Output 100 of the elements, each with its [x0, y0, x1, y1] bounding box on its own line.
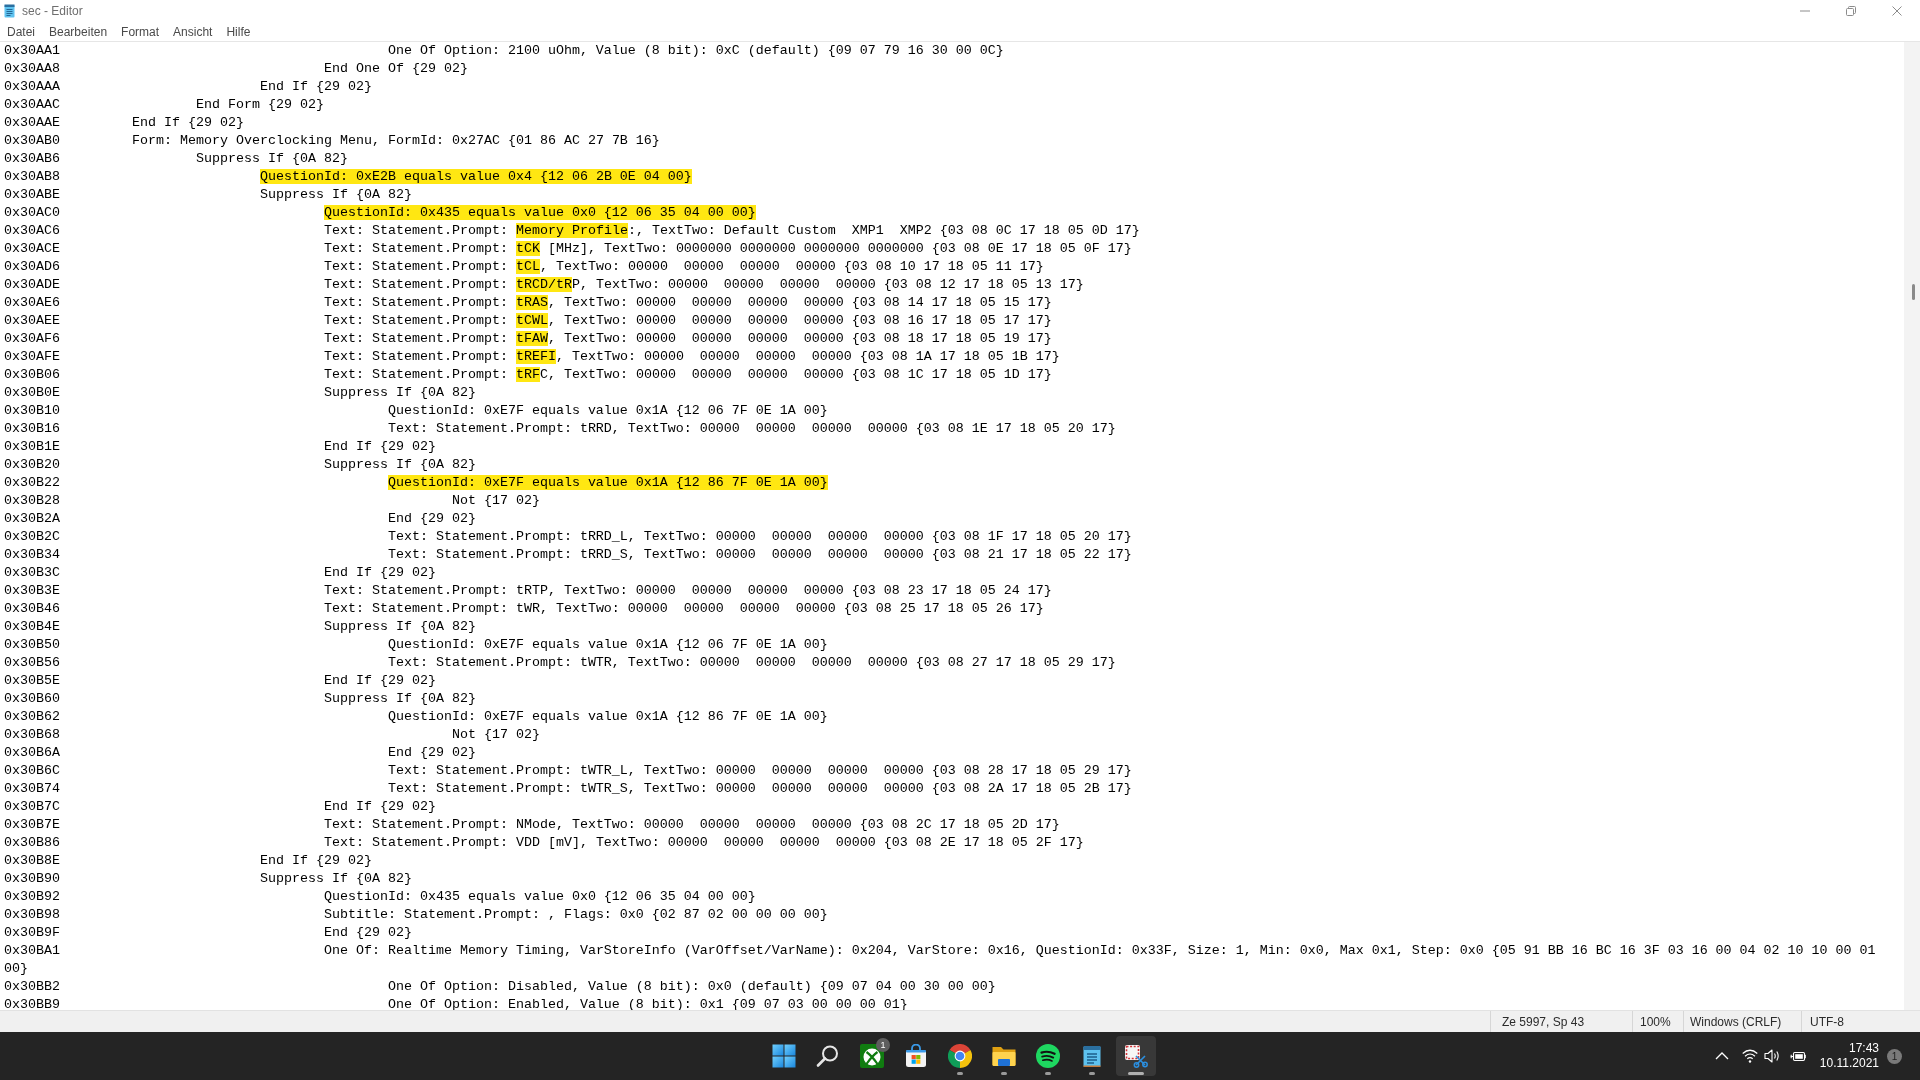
code-text: Not {17 02}	[451, 727, 540, 742]
menu-item[interactable]: Format	[114, 22, 167, 41]
hex-address: 0x30B90	[4, 871, 60, 886]
menu-item[interactable]: Ansicht	[166, 22, 220, 41]
code-text: End If {29 02}	[259, 853, 372, 868]
hex-address: 0x30B6C	[4, 763, 60, 778]
code-text: Subtitle: Statement.Prompt: , Flags: 0x0 {02 87 02 00 00 00 00}	[323, 907, 828, 922]
hex-address: 0x30B20	[4, 457, 60, 472]
hex-address: 0x30B28	[4, 493, 60, 508]
hex-address: 0x30ADE	[4, 277, 60, 292]
hex-address: 0x30ABE	[4, 187, 60, 202]
menu-item[interactable]: Hilfe	[219, 22, 258, 41]
hex-address: 0x30AC6	[4, 223, 60, 238]
scrollbar-thumb[interactable]	[1911, 284, 1915, 300]
hex-address: 0x30B2A	[4, 511, 60, 526]
hex-address: 0x30B74	[4, 781, 60, 796]
hex-address: 0x30AB8	[4, 169, 60, 184]
hex-address: 0x30B06	[4, 367, 60, 382]
shopping-bag-icon	[904, 1044, 928, 1068]
code-text: One Of: Realtime Memory Timing, VarStoreInfo (VarOffset/VarName): 0x204, VarStore: 0x16, QuestionId: 0x33F, Size: 1, Min: 0x0, Max 0x1, Step: 0x0 {05 91 BB 16 BC 16 3F 03 16 00 04 02 10 10 00 01	[323, 943, 1876, 958]
hex-address: 0x30BB9	[4, 997, 60, 1010]
restore-icon	[1846, 6, 1856, 16]
code-text: QuestionId: 0xE7F equals value 0x1A {12 86 7F 0E 1A 00}	[387, 475, 828, 490]
hex-address: 0x30AAA	[4, 79, 60, 94]
hex-address: 0x30B60	[4, 691, 60, 706]
wifi-icon	[1741, 1048, 1758, 1064]
code-text: End If {29 02}	[259, 79, 372, 94]
code-text: Text: Statement.Prompt: NMode, TextTwo: 00000 00000 00000 00000 {03 08 2C 17 18 05 2D 17}	[323, 817, 1060, 832]
hex-address: 0x30B7E	[4, 817, 60, 832]
code-text: One Of Option: Enabled, Value (8 bit): 0x1 {09 07 03 00 00 00 01}	[387, 997, 908, 1010]
code-text: Text: Statement.Prompt: tRTP, TextTwo: 00000 00000 00000 00000 {03 08 23 17 18 05 24 17}	[323, 583, 1052, 598]
code-text: Suppress If {0A 82}	[259, 187, 412, 202]
scissors-icon	[1124, 1044, 1148, 1068]
four-squares-icon	[772, 1044, 796, 1068]
taskbar-button[interactable]: 1	[852, 1036, 892, 1076]
hex-address: 0x30AB0	[4, 133, 60, 148]
code-text: QuestionId: 0xE7F equals value 0x1A {12 06 7F 0E 1A 00}	[387, 637, 828, 652]
code-text: Text: Statement.Prompt: VDD [mV], TextTwo: 00000 00000 00000 00000 {03 08 2E 17 18 05 2F 17}	[323, 835, 1084, 850]
clock-time[interactable]: 17:43	[1848, 1041, 1879, 1056]
speaker-icon	[1763, 1048, 1780, 1064]
code-text: Not {17 02}	[451, 493, 540, 508]
volume-button[interactable]	[1763, 1048, 1780, 1064]
hex-address: 0x30AE6	[4, 295, 60, 310]
network-button[interactable]	[1741, 1048, 1758, 1064]
hex-address: 0x30AAE	[4, 115, 60, 130]
code-text: QuestionId: 0xE7F equals value 0x1A {12 06 7F 0E 1A 00}	[387, 403, 828, 418]
notification-badge: 1	[876, 1038, 890, 1052]
code-text: End One Of {29 02}	[323, 61, 468, 76]
code-text: Text: Statement.Prompt: tREFI, TextTwo: 00000 00000 00000 00000 {03 08 1A 17 18 05 1B 17}	[323, 349, 1060, 364]
zoom-level: 100%	[1640, 1014, 1671, 1029]
taskbar-button[interactable]	[1116, 1036, 1156, 1076]
vertical-scrollbar[interactable]	[1904, 42, 1920, 1010]
hex-address: 0x30B92	[4, 889, 60, 904]
hex-address: 0x30B3C	[4, 565, 60, 580]
code-text: End {29 02}	[323, 925, 412, 940]
menu-item[interactable]: Datei	[0, 22, 42, 41]
code-text: Text: Statement.Prompt: tRRD_L, TextTwo: 00000 00000 00000 00000 {03 08 1F 17 18 05 20 17}	[387, 529, 1132, 544]
code-text: One Of Option: 2100 uOhm, Value (8 bit): 0xC (default) {09 07 79 16 30 00 0C}	[387, 43, 1004, 58]
folder-icon	[992, 1044, 1016, 1068]
hex-address: 0x30B10	[4, 403, 60, 418]
code-text: End {29 02}	[387, 511, 476, 526]
hex-address: 0x30AD6	[4, 259, 60, 274]
close-icon	[1892, 6, 1902, 16]
code-text: Text: Statement.Prompt: tWTR_S, TextTwo: 00000 00000 00000 00000 {03 08 2A 17 18 05 2B 17}	[387, 781, 1132, 796]
code-text: Text: Statement.Prompt: tCK [MHz], TextTwo: 0000000 0000000 0000000 0000000 {03 08 0E 17 18 05 0F 17}	[323, 241, 1132, 256]
code-text: End If {29 02}	[132, 115, 244, 130]
code-text: Text: Statement.Prompt: tRRD, TextTwo: 00000 00000 00000 00000 {03 08 1E 17 18 05 20 17}	[387, 421, 1116, 436]
music-icon	[1036, 1044, 1060, 1068]
hex-address: 0x30ACE	[4, 241, 60, 256]
code-text: 00}	[4, 961, 28, 976]
code-text: Text: Statement.Prompt: tFAW, TextTwo: 00000 00000 00000 00000 {03 08 18 17 18 05 19 17}	[323, 331, 1052, 346]
cursor-position: Ze 5997, Sp 43	[1502, 1014, 1585, 1029]
code-text: End {29 02}	[387, 745, 476, 760]
menu-item[interactable]: Bearbeiten	[42, 22, 115, 41]
hex-address: 0x30B62	[4, 709, 60, 724]
code-text: Text: Statement.Prompt: tRFC, TextTwo: 00000 00000 00000 00000 {03 08 1C 17 18 05 1D 17}	[323, 367, 1052, 382]
hex-address: 0x30B46	[4, 601, 60, 616]
hex-address: 0x30AA1	[4, 43, 60, 58]
notification-badge[interactable]: 1	[1887, 1048, 1902, 1064]
encoding: UTF-8	[1810, 1014, 1844, 1029]
clock-date[interactable]: 10.11.2021	[1819, 1056, 1879, 1071]
hex-address: 0x30B0E	[4, 385, 60, 400]
code-text: End Form {29 02}	[195, 97, 324, 112]
code-text: Text: Statement.Prompt: Memory Profile:, TextTwo: Default Custom XMP1 XMP2 {03 08 0C 17 18 05 0D 17}	[323, 223, 1140, 238]
hex-address: 0x30B6A	[4, 745, 60, 760]
hex-address: 0x30B86	[4, 835, 60, 850]
hex-address: 0x30B3E	[4, 583, 60, 598]
code-text: Form: Memory Overclocking Menu, FormId: 0x27AC {01 86 AC 27 7B 16}	[132, 133, 660, 148]
code-text: Text: Statement.Prompt: tWTR, TextTwo: 00000 00000 00000 00000 {03 08 27 17 18 05 29 17}	[387, 655, 1116, 670]
code-text: Suppress If {0A 82}	[323, 457, 476, 472]
hex-address: 0x30B4E	[4, 619, 60, 634]
window-title: sec - Editor	[22, 4, 83, 18]
code-text: QuestionId: 0xE7F equals value 0x1A {12 86 7F 0E 1A 00}	[387, 709, 828, 724]
notepad-icon	[4, 4, 15, 18]
hex-address: 0x30AAC	[4, 97, 60, 112]
hex-address: 0x30AA8	[4, 61, 60, 76]
code-text: Text: Statement.Prompt: tRRD_S, TextTwo: 00000 00000 00000 00000 {03 08 21 17 18 05 22 17}	[387, 547, 1132, 562]
code-text: Suppress If {0A 82}	[259, 871, 412, 886]
code-text: Suppress If {0A 82}	[323, 385, 476, 400]
hex-address: 0x30B5E	[4, 673, 60, 688]
